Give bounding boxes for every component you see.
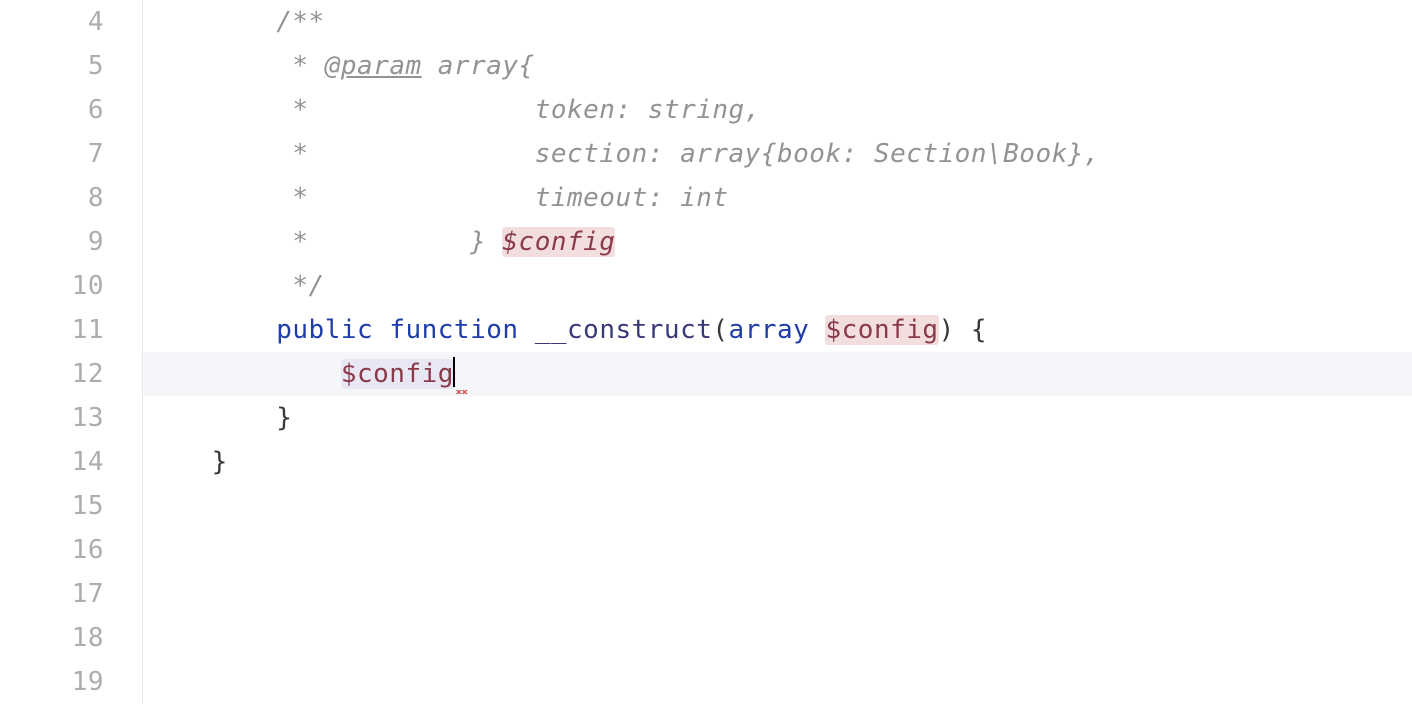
code-line[interactable]: * @param array{ — [143, 44, 1412, 88]
code-line[interactable] — [143, 528, 1412, 572]
code-line[interactable]: * section: array{book: Section\Book}, — [143, 132, 1412, 176]
token-comment: */ — [292, 271, 324, 301]
line-number: 11 — [0, 308, 104, 352]
token-comment: array{ — [422, 51, 535, 81]
token-keyword: public — [276, 315, 373, 345]
code-line[interactable]: */ — [143, 264, 1412, 308]
token-punct — [519, 315, 535, 345]
line-number: 14 — [0, 440, 104, 484]
line-number: 4 — [0, 0, 104, 44]
code-line[interactable] — [143, 572, 1412, 616]
token-punct: } — [276, 403, 292, 433]
line-number: 19 — [0, 660, 104, 704]
token-punct: } — [212, 447, 228, 477]
line-number: 9 — [0, 220, 104, 264]
token-punct — [809, 315, 825, 345]
code-line[interactable]: * timeout: int — [143, 176, 1412, 220]
code-line[interactable]: } — [143, 396, 1412, 440]
token-comment: * token: string, — [292, 95, 760, 125]
token-punct — [373, 315, 389, 345]
line-number: 5 — [0, 44, 104, 88]
error-squiggle-icon — [456, 352, 472, 396]
code-line[interactable] — [143, 616, 1412, 660]
text-cursor — [453, 357, 455, 387]
line-number: 7 — [0, 132, 104, 176]
token-comment: * } — [292, 227, 502, 257]
code-line[interactable] — [143, 484, 1412, 528]
token-comment: /** — [276, 7, 324, 37]
code-line[interactable]: $config — [143, 352, 1412, 396]
token-doctag: @param — [325, 51, 422, 81]
token-comment: * section: array{book: Section\Book}, — [292, 139, 1100, 169]
code-content[interactable]: /** * @param array{ * token: string, * s… — [143, 0, 1412, 704]
token-comment: * timeout: int — [292, 183, 728, 213]
line-number: 13 — [0, 396, 104, 440]
line-number: 18 — [0, 616, 104, 660]
token-var: $config — [341, 359, 454, 389]
line-number: 16 — [0, 528, 104, 572]
code-line[interactable]: public function __construct(array $confi… — [143, 308, 1412, 352]
token-func-name: __construct — [535, 315, 713, 345]
code-line[interactable]: * } $config — [143, 220, 1412, 264]
code-line[interactable] — [143, 660, 1412, 704]
line-number: 17 — [0, 572, 104, 616]
code-editor[interactable]: 45678910111213141516171819 /** * @param … — [0, 0, 1412, 704]
line-number: 8 — [0, 176, 104, 220]
token-punct: ( — [712, 315, 728, 345]
line-number: 15 — [0, 484, 104, 528]
code-line[interactable]: } — [143, 440, 1412, 484]
line-number: 12 — [0, 352, 104, 396]
token-type: array — [729, 315, 810, 345]
line-number-gutter: 45678910111213141516171819 — [0, 0, 143, 704]
token-comment: * — [292, 51, 324, 81]
line-number: 10 — [0, 264, 104, 308]
token-var-highlight: $config — [825, 315, 938, 345]
token-doc-var: $config — [502, 227, 615, 257]
token-punct: ) { — [939, 315, 987, 345]
line-number: 6 — [0, 88, 104, 132]
token-keyword: function — [389, 315, 518, 345]
code-line[interactable]: /** — [143, 0, 1412, 44]
code-line[interactable]: * token: string, — [143, 88, 1412, 132]
